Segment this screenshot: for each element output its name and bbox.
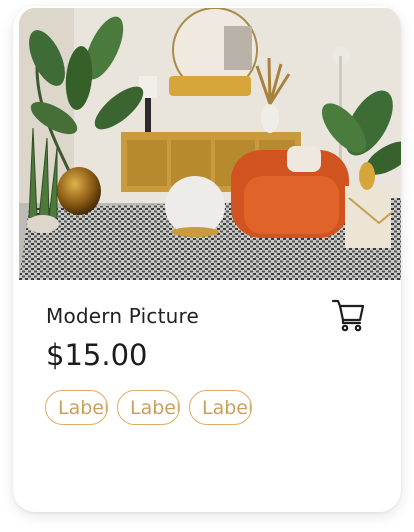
label-chip[interactable]: Label — [45, 390, 108, 425]
product-price: $15.00 — [46, 338, 148, 372]
label-list: Label Label Label — [45, 390, 252, 425]
cart-icon — [331, 299, 365, 332]
label-chip[interactable]: Label — [117, 390, 180, 425]
label-chip[interactable]: Label — [189, 390, 252, 425]
product-title: Modern Picture — [46, 304, 199, 328]
product-card[interactable]: Modern Picture $15.00 Label Label Label — [13, 6, 401, 512]
add-to-cart-button[interactable] — [328, 295, 368, 335]
product-image — [19, 8, 401, 280]
